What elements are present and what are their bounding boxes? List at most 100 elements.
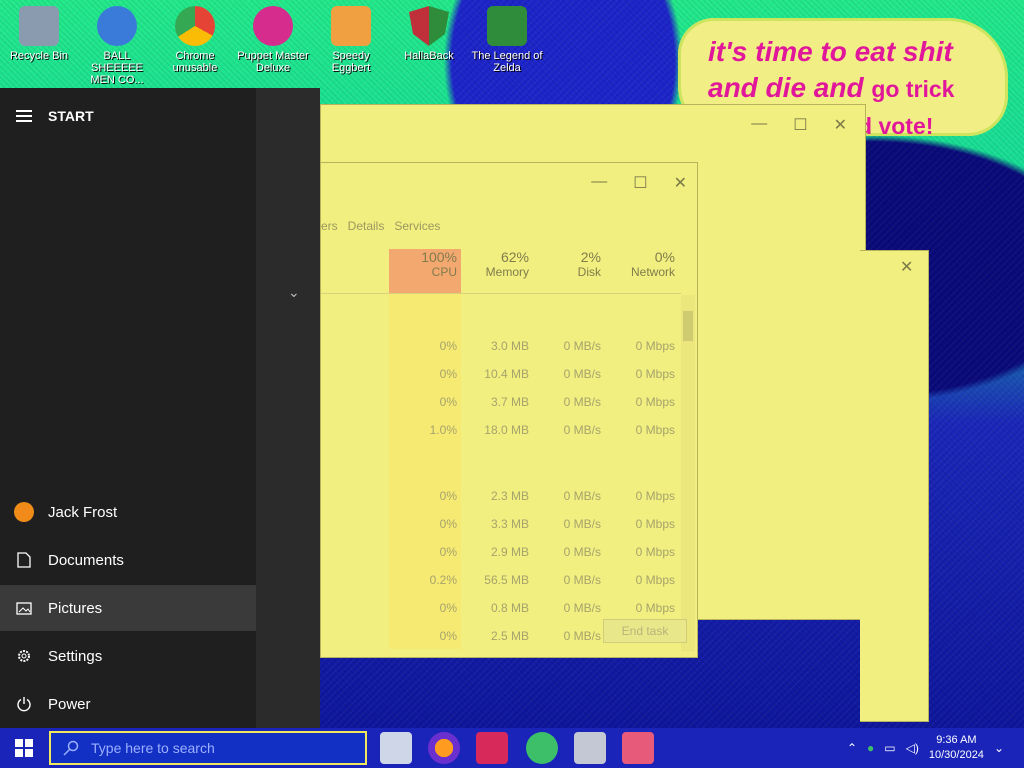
process-cell-disk: 0 MB/s (563, 339, 601, 353)
start-item-user[interactable]: Jack Frost (0, 489, 256, 535)
header-divider (321, 293, 681, 294)
windows-icon (15, 739, 33, 757)
hamburger-icon[interactable] (16, 110, 32, 122)
column-pct: 62% (500, 249, 529, 265)
tab-services[interactable]: Services (394, 219, 440, 233)
people-icon (97, 6, 137, 46)
clock-time: 9:36 AM (936, 734, 977, 746)
desktop-icon-recycle-bin[interactable]: Recycle Bin (0, 6, 78, 62)
process-cell-disk: 0 MB/s (563, 395, 601, 409)
process-cell-disk: 0 MB/s (563, 367, 601, 381)
column-name: CPU (431, 265, 457, 279)
column-pct: 100% (421, 249, 457, 265)
start-item-label: Documents (48, 551, 124, 569)
puppet-icon (253, 6, 293, 46)
tab-details[interactable]: Details (348, 219, 385, 233)
column-header-network[interactable]: 0% Network (607, 249, 675, 279)
process-cell-net: 0 Mbps (635, 517, 675, 531)
column-header-cpu[interactable]: 100% CPU (389, 249, 457, 279)
recycle-bin-icon (19, 6, 59, 46)
scrollbar[interactable] (681, 295, 695, 651)
desktop-icon-ball-sheeeee[interactable]: BALL SHEEEEE MEN CO... (78, 6, 156, 86)
start-item-label: Power (48, 695, 91, 713)
process-cell-net: 0 Mbps (635, 423, 675, 437)
process-cell-cpu: 0.2% (429, 573, 457, 587)
start-item-label: Pictures (48, 599, 103, 617)
process-cell-mem: 3.0 MB (490, 339, 529, 353)
start-item-settings[interactable]: Settings (0, 633, 256, 679)
process-cell-net: 0 Mbps (635, 601, 675, 615)
start-button[interactable] (0, 728, 48, 768)
process-cell-cpu: 0% (439, 395, 457, 409)
process-cell-cpu: 0% (439, 601, 457, 615)
process-cell-cpu: 0% (439, 367, 457, 381)
desktop-icon-zelda[interactable]: The Legend of Zelda (468, 6, 546, 74)
process-cell-mem: 2.9 MB (490, 545, 529, 559)
column-pct: 0% (654, 249, 675, 265)
task-manager-window[interactable]: — ☐ ✕ ers Details Services 100% CPU 62% … (320, 162, 698, 658)
start-item-label: Settings (48, 647, 103, 665)
process-cell-net: 0 Mbps (635, 489, 675, 503)
search-icon (63, 740, 79, 756)
desktop-icon-puppet-master[interactable]: Puppet Master Deluxe (234, 6, 312, 74)
close-icon[interactable]: ✕ (674, 173, 687, 193)
end-task-button[interactable]: End task (603, 619, 687, 643)
desktop-icon-label: Recycle Bin (9, 50, 69, 62)
process-cell-mem: 2.3 MB (490, 489, 529, 503)
process-cell-mem: 18.0 MB (484, 423, 529, 437)
close-icon[interactable]: ✕ (900, 257, 913, 277)
avatar (14, 502, 34, 522)
process-cell-cpu: 0% (439, 545, 457, 559)
chevron-up-icon[interactable]: ⌃ (847, 741, 857, 755)
start-rail (0, 88, 256, 728)
process-cell-cpu: 0% (439, 339, 457, 353)
process-cell-mem: 56.5 MB (484, 573, 529, 587)
close-icon[interactable]: ✕ (834, 115, 847, 135)
column-pct: 2% (580, 249, 601, 265)
network-icon[interactable]: ▭ (884, 741, 895, 755)
chevron-down-icon[interactable]: ⌄ (288, 284, 300, 301)
process-cell-mem: 3.3 MB (490, 517, 529, 531)
start-header[interactable]: START (16, 108, 94, 124)
start-item-pictures[interactable]: Pictures (0, 585, 256, 631)
system-tray: ⌃ ● ▭ ◁) 9:36 AM 10/30/2024 ⌄ (847, 728, 1024, 768)
app-icon[interactable] (476, 732, 508, 764)
desktop-icon-label: Puppet Master Deluxe (237, 50, 309, 74)
maximize-icon[interactable]: ☐ (633, 173, 647, 193)
volume-icon[interactable]: ◁) (906, 741, 919, 755)
process-cell-disk: 0 MB/s (563, 573, 601, 587)
people-app-icon[interactable] (526, 732, 558, 764)
start-item-documents[interactable]: Documents (0, 537, 256, 583)
desktop-icon-label: Chrome unusable (172, 50, 218, 74)
search-box[interactable]: Type here to search (49, 731, 367, 765)
start-item-label: Jack Frost (48, 503, 118, 521)
process-cell-mem: 2.5 MB (490, 629, 529, 643)
desktop-icon-label: HallaBack (404, 50, 454, 62)
clock[interactable]: 9:36 AM 10/30/2024 (929, 733, 984, 763)
people-tray-icon[interactable]: ● (867, 741, 874, 755)
desktop-icon-chrome[interactable]: Chrome unusable (156, 6, 234, 74)
desktop-icon-hallaback[interactable]: HallaBack (390, 6, 468, 62)
speech-line: and die and (708, 72, 864, 103)
minimize-icon[interactable]: — (591, 173, 607, 193)
desktop-icon-speedy-eggbert[interactable]: Speedy Eggbert (312, 6, 390, 74)
paint-icon[interactable] (622, 732, 654, 764)
right-window-fragment[interactable]: ✕ (860, 250, 929, 722)
column-header-memory[interactable]: 62% Memory (465, 249, 529, 279)
desktop-icon-label: BALL SHEEEEE MEN CO... (90, 50, 144, 86)
notifications-icon[interactable]: ⌄ (994, 741, 1004, 755)
maximize-icon[interactable]: ☐ (793, 115, 807, 135)
firefox-icon[interactable] (428, 732, 460, 764)
minimize-icon[interactable]: — (751, 115, 767, 135)
cpu-column-highlight (389, 249, 461, 649)
process-cell-cpu: 0% (439, 517, 457, 531)
speech-line: go trick (871, 76, 955, 102)
scrollbar-thumb[interactable] (683, 311, 693, 341)
power-icon (17, 697, 31, 712)
task-manager-taskbar-icon[interactable] (574, 732, 606, 764)
start-item-power[interactable]: Power (0, 681, 256, 727)
tab-users[interactable]: ers (321, 219, 338, 233)
column-header-disk[interactable]: 2% Disk (535, 249, 601, 279)
search-placeholder: Type here to search (91, 740, 215, 756)
task-view-app-icon[interactable] (380, 732, 412, 764)
